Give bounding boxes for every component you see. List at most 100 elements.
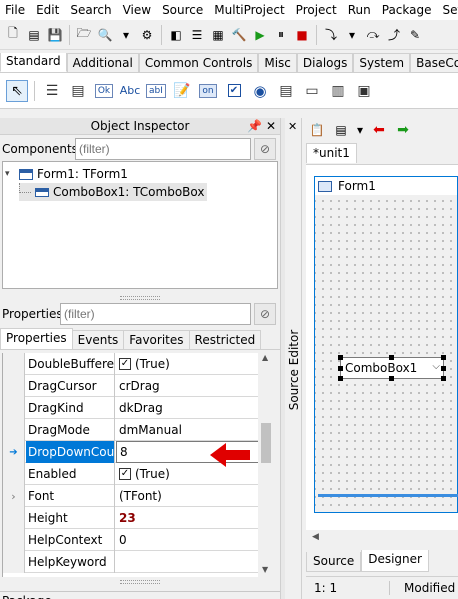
- property-value[interactable]: dkDrag: [116, 397, 261, 419]
- scroll-up-icon[interactable]: ▲: [262, 353, 268, 362]
- property-value[interactable]: 23: [116, 507, 261, 529]
- expand-arrow-icon[interactable]: ▾: [5, 169, 19, 179]
- find-icon[interactable]: 🔍: [96, 26, 114, 44]
- tree-item-form1[interactable]: ▾ Form1: TForm1: [5, 165, 128, 183]
- list-box-icon[interactable]: ▤: [275, 80, 297, 102]
- tab-system[interactable]: System: [353, 53, 411, 72]
- group-box-icon[interactable]: ▣: [353, 80, 375, 102]
- menu-source[interactable]: Source: [157, 0, 209, 20]
- menu-view[interactable]: View: [118, 0, 157, 20]
- pointer-icon[interactable]: ⇖: [6, 79, 28, 102]
- expand-chevron-icon[interactable]: ›: [3, 485, 25, 507]
- checkbox-checked-icon[interactable]: ✓: [119, 358, 131, 370]
- combobox-control[interactable]: ComboBox1 ⌵: [338, 355, 446, 381]
- pin-icon[interactable]: 📌: [247, 118, 262, 135]
- project-options-icon[interactable]: ⚙: [138, 26, 156, 44]
- run-icon[interactable]: ▶: [251, 26, 269, 44]
- chevron-down-icon[interactable]: ▾: [343, 26, 361, 44]
- tab-events[interactable]: Events: [71, 330, 125, 349]
- step-out-icon[interactable]: ⤴: [385, 26, 403, 44]
- edit-component-icon[interactable]: abI: [145, 80, 167, 102]
- property-row[interactable]: DragMode dmManual: [3, 419, 261, 441]
- menu-search[interactable]: Search: [65, 0, 117, 20]
- tab-dialogs[interactable]: Dialogs: [296, 53, 354, 72]
- build-icon[interactable]: 🔨: [230, 26, 248, 44]
- scroll-left-icon[interactable]: ◀: [312, 532, 319, 542]
- property-value[interactable]: [116, 551, 261, 573]
- splitter-grip[interactable]: [120, 580, 160, 584]
- selection-handle[interactable]: [338, 366, 343, 371]
- menu-settings[interactable]: Settin: [438, 0, 458, 20]
- open-project-icon[interactable]: 🗁: [75, 26, 93, 44]
- splitter-grip[interactable]: [120, 296, 160, 300]
- checkbox-component-icon[interactable]: ✔: [223, 80, 245, 102]
- popup-menu-icon[interactable]: ▤: [67, 80, 89, 102]
- combo-box-icon[interactable]: ▭: [301, 80, 323, 102]
- clear-filter-icon[interactable]: ⊘: [254, 138, 276, 160]
- tab-standard[interactable]: Standard: [0, 53, 67, 72]
- forward-arrow-icon[interactable]: ➡: [394, 121, 412, 139]
- property-row[interactable]: HelpKeyword: [3, 551, 261, 573]
- checkbox-checked-icon[interactable]: ✓: [119, 468, 131, 480]
- save-icon[interactable]: 💾: [46, 26, 64, 44]
- scroll-down-icon[interactable]: ▼: [262, 565, 268, 574]
- tab-basecontrols[interactable]: BaseControl: [410, 53, 458, 72]
- tab-restricted[interactable]: Restricted: [188, 330, 262, 349]
- toggle-view-icon[interactable]: 📋: [308, 121, 326, 139]
- menu-run[interactable]: Run: [343, 0, 377, 20]
- memo-component-icon[interactable]: 📝: [171, 80, 193, 102]
- new-file-icon[interactable]: 🗋: [4, 26, 22, 44]
- designer-horizontal-scrollbar[interactable]: ◀: [306, 530, 458, 546]
- toggle-form-icon[interactable]: ◧: [167, 26, 185, 44]
- scrollbar-thumb[interactable]: [261, 423, 271, 463]
- new-form-icon[interactable]: ▤: [25, 26, 43, 44]
- tab-source[interactable]: Source: [306, 552, 362, 572]
- view-units-icon[interactable]: ☰: [188, 26, 206, 44]
- label-component-icon[interactable]: Abc: [119, 80, 141, 102]
- components-filter-input[interactable]: [75, 138, 251, 160]
- scroll-bar-icon[interactable]: ▥: [327, 80, 349, 102]
- property-value[interactable]: dmManual: [116, 419, 261, 441]
- chevron-down-icon[interactable]: ▾: [356, 121, 364, 139]
- edit-icon[interactable]: ✎: [406, 26, 424, 44]
- selection-handle[interactable]: [389, 355, 394, 360]
- property-row[interactable]: › Font (TFont): [3, 485, 261, 507]
- selection-handle[interactable]: [441, 355, 446, 360]
- selection-handle[interactable]: [389, 376, 394, 381]
- property-grid-scrollbar[interactable]: ▲ ▼: [258, 353, 274, 577]
- property-row[interactable]: DoubleBuffered ✓ (True): [3, 353, 261, 375]
- selection-handle[interactable]: [338, 376, 343, 381]
- pause-icon[interactable]: ⏸: [272, 26, 290, 44]
- tab-properties[interactable]: Properties: [0, 328, 73, 349]
- clear-filter-icon[interactable]: ⊘: [254, 303, 276, 325]
- property-value[interactable]: (TFont): [116, 485, 261, 507]
- tab-common-controls[interactable]: Common Controls: [138, 53, 259, 72]
- menu-package[interactable]: Package: [377, 0, 438, 20]
- chevron-down-icon[interactable]: ▾: [117, 26, 135, 44]
- menu-project[interactable]: Project: [291, 0, 343, 20]
- radio-button-icon[interactable]: ◉: [249, 80, 271, 102]
- tab-unit1[interactable]: *unit1: [306, 143, 357, 163]
- property-row[interactable]: DragKind dkDrag: [3, 397, 261, 419]
- toggle-box-icon[interactable]: on: [197, 80, 219, 102]
- property-value[interactable]: ✓ (True): [116, 353, 261, 375]
- tab-favorites[interactable]: Favorites: [123, 330, 190, 349]
- view-forms-icon[interactable]: ▦: [209, 26, 227, 44]
- menu-edit[interactable]: Edit: [31, 0, 65, 20]
- jump-list-icon[interactable]: ▤: [332, 121, 350, 139]
- form-window[interactable]: Form1 ComboBox1 ⌵: [314, 176, 458, 513]
- stop-icon[interactable]: ■: [293, 26, 311, 44]
- button-component-icon[interactable]: Ok: [93, 80, 115, 102]
- source-editor-dock[interactable]: ✕ Source Editor: [285, 118, 302, 599]
- property-value[interactable]: crDrag: [116, 375, 261, 397]
- step-over-icon[interactable]: ⤼: [364, 26, 382, 44]
- properties-filter-input[interactable]: [60, 303, 251, 325]
- menu-multiproject[interactable]: MultiProject: [209, 0, 290, 20]
- tab-designer[interactable]: Designer: [361, 550, 429, 572]
- property-row[interactable]: DragCursor crDrag: [3, 375, 261, 397]
- tab-misc[interactable]: Misc: [258, 53, 297, 72]
- back-arrow-icon[interactable]: ⬅: [370, 121, 388, 139]
- step-into-icon[interactable]: ⤵: [322, 26, 340, 44]
- selection-handle[interactable]: [441, 376, 446, 381]
- tab-additional[interactable]: Additional: [66, 53, 139, 72]
